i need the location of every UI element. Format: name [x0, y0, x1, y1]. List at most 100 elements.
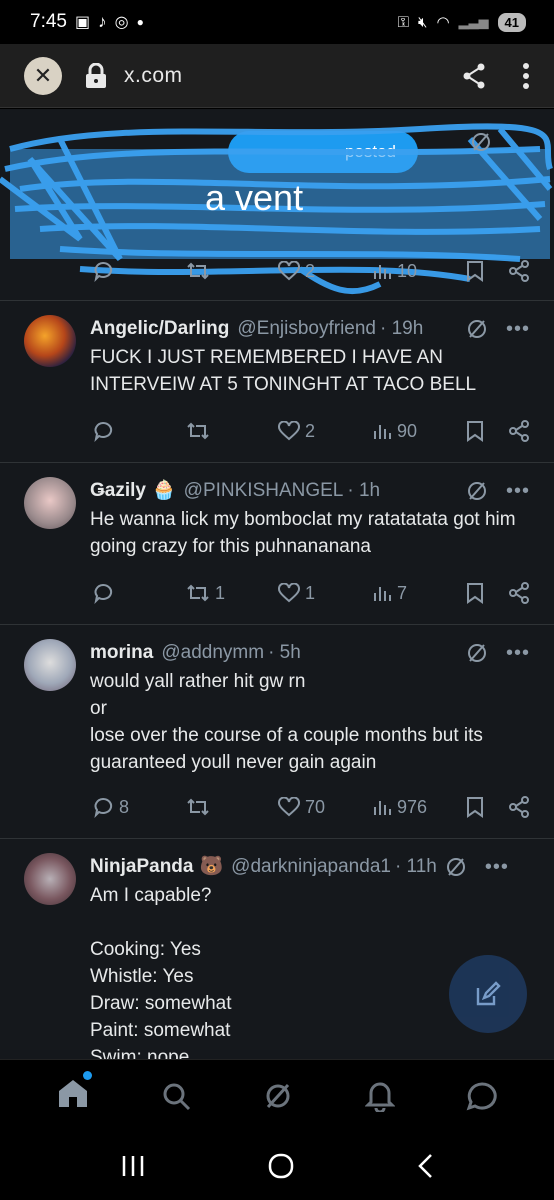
display-name[interactable]: morina	[90, 639, 153, 667]
views-count: 10	[397, 260, 418, 281]
avatar[interactable]	[24, 315, 76, 367]
overflow-menu-icon[interactable]	[522, 62, 530, 89]
views-count: 976	[397, 796, 428, 817]
more-options-icon[interactable]: •••	[506, 315, 530, 343]
views-button[interactable]: 7	[372, 583, 407, 604]
partial-tweet[interactable]: posted a vent 2 10	[0, 109, 554, 301]
handle[interactable]: @addnymm	[161, 639, 264, 667]
recent-apps-icon[interactable]	[120, 1154, 146, 1178]
share-icon	[509, 260, 529, 282]
bottom-navigation	[0, 1059, 554, 1131]
reply-button[interactable]	[92, 582, 119, 604]
compose-button[interactable]	[449, 955, 527, 1033]
views-icon	[374, 587, 391, 601]
grok-icon[interactable]	[466, 642, 488, 664]
home-icon	[58, 1080, 87, 1107]
grok-icon[interactable]	[445, 856, 467, 878]
views-button[interactable]: 90	[372, 421, 417, 442]
share-button[interactable]	[508, 582, 530, 604]
clock: 7:45	[30, 11, 67, 32]
retweet-count: 1	[215, 582, 226, 603]
back-icon[interactable]	[416, 1153, 434, 1179]
tweet[interactable]: morina @addnymm · 5h ••• would yall rath…	[0, 625, 554, 839]
home-button-icon[interactable]	[267, 1152, 295, 1180]
bookmark-button[interactable]	[466, 796, 484, 818]
handle[interactable]: @Enjisboyfriend	[237, 315, 376, 343]
bookmark-icon	[467, 261, 483, 282]
tweet-text: He wanna lick my bomboclat my ratatatata…	[90, 509, 516, 557]
close-tab-button[interactable]: ✕	[24, 56, 62, 95]
reply-icon	[94, 421, 113, 442]
reply-icon	[94, 797, 113, 818]
grok-nav-icon[interactable]	[263, 1081, 293, 1111]
timestamp[interactable]: · 19h	[380, 315, 423, 343]
signal-icon: ▂▃▅	[458, 14, 489, 29]
timestamp[interactable]: · 5h	[268, 639, 301, 667]
app-icon: ◎	[114, 14, 129, 31]
display-name[interactable]: Ǥazily	[90, 477, 146, 505]
handle[interactable]: @darkninjapanda1	[231, 853, 391, 881]
share-icon	[509, 420, 529, 442]
timestamp[interactable]: · 1h	[347, 477, 380, 505]
display-name[interactable]: NinjaPanda	[90, 853, 193, 881]
avatar[interactable]	[24, 853, 76, 905]
share-icon	[509, 796, 529, 818]
messages-icon[interactable]	[466, 1081, 498, 1111]
avatar[interactable]	[24, 477, 76, 529]
share-button[interactable]	[508, 420, 530, 442]
avatar[interactable]	[24, 639, 76, 691]
bookmark-button[interactable]	[466, 420, 484, 442]
grok-icon[interactable]	[470, 131, 492, 153]
notifications-icon[interactable]	[364, 1080, 395, 1112]
url-text[interactable]: x.com	[124, 64, 183, 88]
like-button[interactable]: 2	[278, 421, 315, 442]
retweet-button[interactable]	[186, 260, 210, 282]
nav-home[interactable]	[56, 1071, 92, 1114]
like-button[interactable]: 1	[278, 583, 315, 604]
heart-icon	[278, 421, 300, 441]
like-count: 2	[305, 420, 316, 441]
reply-button[interactable]	[92, 420, 119, 442]
more-options-icon[interactable]: •••	[506, 477, 530, 505]
retweet-button[interactable]	[186, 796, 215, 818]
share-button[interactable]	[508, 260, 530, 282]
like-count: 70	[305, 796, 326, 817]
tweet[interactable]: Ǥazily 🧁 @PINKISHANGEL · 1h ••• He wanna…	[0, 463, 554, 625]
grok-icon[interactable]	[466, 480, 488, 502]
more-options-icon[interactable]: •••	[485, 853, 509, 881]
timestamp[interactable]: · 11h	[395, 853, 437, 881]
views-button[interactable]: 10	[372, 261, 417, 282]
search-icon[interactable]	[161, 1081, 191, 1111]
more-options-icon[interactable]: •••	[506, 639, 530, 667]
status-bar: 7:45 ▣ ♪ ◎ ● ⚿ 🔇︎ ◠ ▂▃▅ 41	[0, 0, 554, 44]
bookmark-icon	[467, 583, 483, 604]
bookmark-button[interactable]	[466, 582, 484, 604]
views-button[interactable]: 976	[372, 797, 427, 818]
handle[interactable]: @PINKISHANGEL	[184, 477, 344, 505]
unread-dot	[82, 1071, 92, 1080]
like-button[interactable]: 2	[278, 261, 315, 282]
tweet-text: would yall rather hit gw rn or lose over…	[90, 671, 483, 773]
system-navigation-bar	[0, 1131, 554, 1200]
like-button[interactable]: 70	[278, 797, 325, 818]
views-icon	[374, 265, 391, 279]
share-button[interactable]	[508, 796, 530, 818]
wifi-icon: ◠	[436, 14, 450, 31]
grok-icon[interactable]	[466, 318, 488, 340]
mute-icon: 🔇︎	[417, 13, 428, 31]
bookmark-button[interactable]	[466, 260, 484, 282]
browser-url-bar: ✕ x.com	[0, 44, 554, 108]
retweet-button[interactable]	[186, 420, 215, 442]
reply-button[interactable]: 8	[92, 796, 129, 818]
retweet-icon	[187, 262, 209, 280]
retweet-button[interactable]: 1	[186, 582, 225, 604]
reply-count: 8	[119, 796, 130, 817]
retweet-icon	[187, 798, 209, 816]
share-page-icon[interactable]	[462, 63, 486, 89]
reply-icon	[94, 583, 113, 604]
timeline-feed: posted a vent 2 10 Angelic/Darling @Enji…	[0, 109, 554, 1059]
display-name[interactable]: Angelic/Darling	[90, 315, 229, 343]
reply-button[interactable]	[92, 260, 114, 282]
tweet-actions: 2 90	[0, 401, 554, 461]
tweet[interactable]: Angelic/Darling @Enjisboyfriend · 19h ••…	[0, 301, 554, 463]
